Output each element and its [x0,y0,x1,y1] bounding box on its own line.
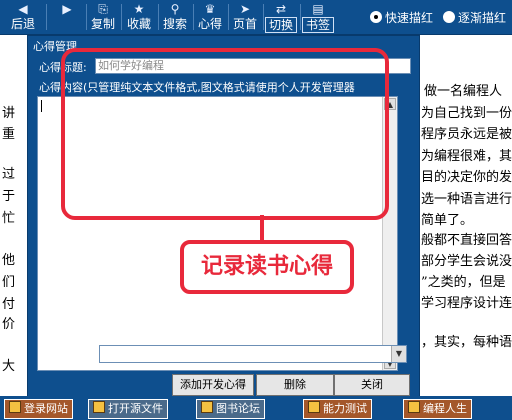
ability-test-button[interactable]: 能力测试 [303,399,372,419]
dropdown-arrow-icon[interactable]: ▼ [391,346,406,362]
reader-text: ，其实，每种语 [421,335,512,350]
reader-text: ”之类的，但是 [421,275,506,290]
bookmark-icon: ★ [133,2,145,16]
radio-unchecked-icon [443,11,455,23]
switch-button[interactable]: ⇄ 切换 [265,1,297,33]
switch-icon: ⇄ [275,2,287,16]
coding-life-button[interactable]: 编程人生 [403,399,472,419]
forward-icon: ▶ [62,2,72,16]
crown-icon: ♛ [204,2,216,16]
reader-text: 目的决定你的发 [421,170,512,185]
reader-text: 为编程很难，其 [421,149,512,164]
cursor-icon: ➤ [239,2,251,16]
reader-text: 于 [2,189,16,204]
forum-icon [201,401,213,413]
back-button[interactable]: ◀ 后退 [2,1,44,32]
annotation-highlight [61,48,389,220]
bookmark-tab-icon: ▤ [312,2,324,16]
radio-fast-trace[interactable]: 快速描红 [370,9,433,26]
copy-icon: ⎘ [98,2,108,16]
reader-text: 重 [2,127,16,142]
reader-text: 般都不直接回答 [421,233,512,248]
radio-gradual-trace[interactable]: 逐渐描红 [443,9,506,26]
reader-text: 他 [2,253,16,268]
reader-text: 做一名编程人 [424,84,503,99]
folder-icon [93,401,105,413]
toolbar-divider [300,4,301,30]
radio-checked-icon [370,11,382,23]
life-icon [408,401,420,413]
toolbar-divider [228,4,229,30]
test-icon [308,401,320,413]
delete-button[interactable]: 删除 [256,374,334,396]
bookmark-button[interactable]: ★ 收藏 [123,1,155,32]
annotation-callout: 记录读书心得 [180,240,354,294]
reader-text: 大 [2,359,16,374]
page-top-button[interactable]: ➤ 页首 [230,1,260,32]
toolbar-divider [46,4,47,30]
bottom-bar: 登录网站 打开源文件 图书论坛 能力测试 编程人生 [0,396,512,420]
search-icon: ⚲ [170,2,180,16]
reader-text: 为自己找到一份 [421,106,512,121]
forum-button[interactable]: 图书论坛 [196,399,265,419]
reader-text: 价 [2,317,16,332]
add-note-button[interactable]: 添加开发心得 [172,374,254,396]
toolbar-divider [158,4,159,30]
close-button[interactable]: 关闭 [334,374,410,396]
globe-icon [9,401,21,413]
reader-text: 学习程序设计连 [421,296,512,311]
toolbar: ◀ 后退 ▶ ⎘ 复制 ★ 收藏 ⚲ 搜索 ♛ 心得 ➤ 页首 ⇄ 切换 ▤ 书… [0,0,512,35]
annotation-connector [260,215,264,241]
reader-text: 讲 [2,106,16,121]
login-site-button[interactable]: 登录网站 [4,399,73,419]
forward-button[interactable]: ▶ [50,1,84,32]
notes-button[interactable]: ♛ 心得 [195,1,225,32]
bookmark-tab-button[interactable]: ▤ 书签 [302,1,334,33]
reader-text: 程序员永远是被 [421,127,512,142]
reader-text: 简单了。 [421,213,474,228]
toolbar-divider [86,4,87,30]
reader-text: 过 [2,167,16,182]
reader-text: 选一种语言进行 [421,192,512,207]
toolbar-divider [263,4,264,30]
reader-text: 部分学生会说没 [421,254,512,269]
reader-text: 付 [2,297,16,312]
toolbar-divider [193,4,194,30]
view-notes-label: 查看心得: [44,350,92,363]
copy-button[interactable]: ⎘ 复制 [88,1,118,32]
view-notes-select[interactable]: ▼ [99,345,407,363]
open-source-button[interactable]: 打开源文件 [88,399,168,419]
reader-text: 忙 [2,211,16,226]
reader-text: 们 [2,275,16,290]
text-caret [41,100,42,112]
back-icon: ◀ [18,2,28,16]
search-button[interactable]: ⚲ 搜索 [160,1,190,32]
toolbar-divider [121,4,122,30]
